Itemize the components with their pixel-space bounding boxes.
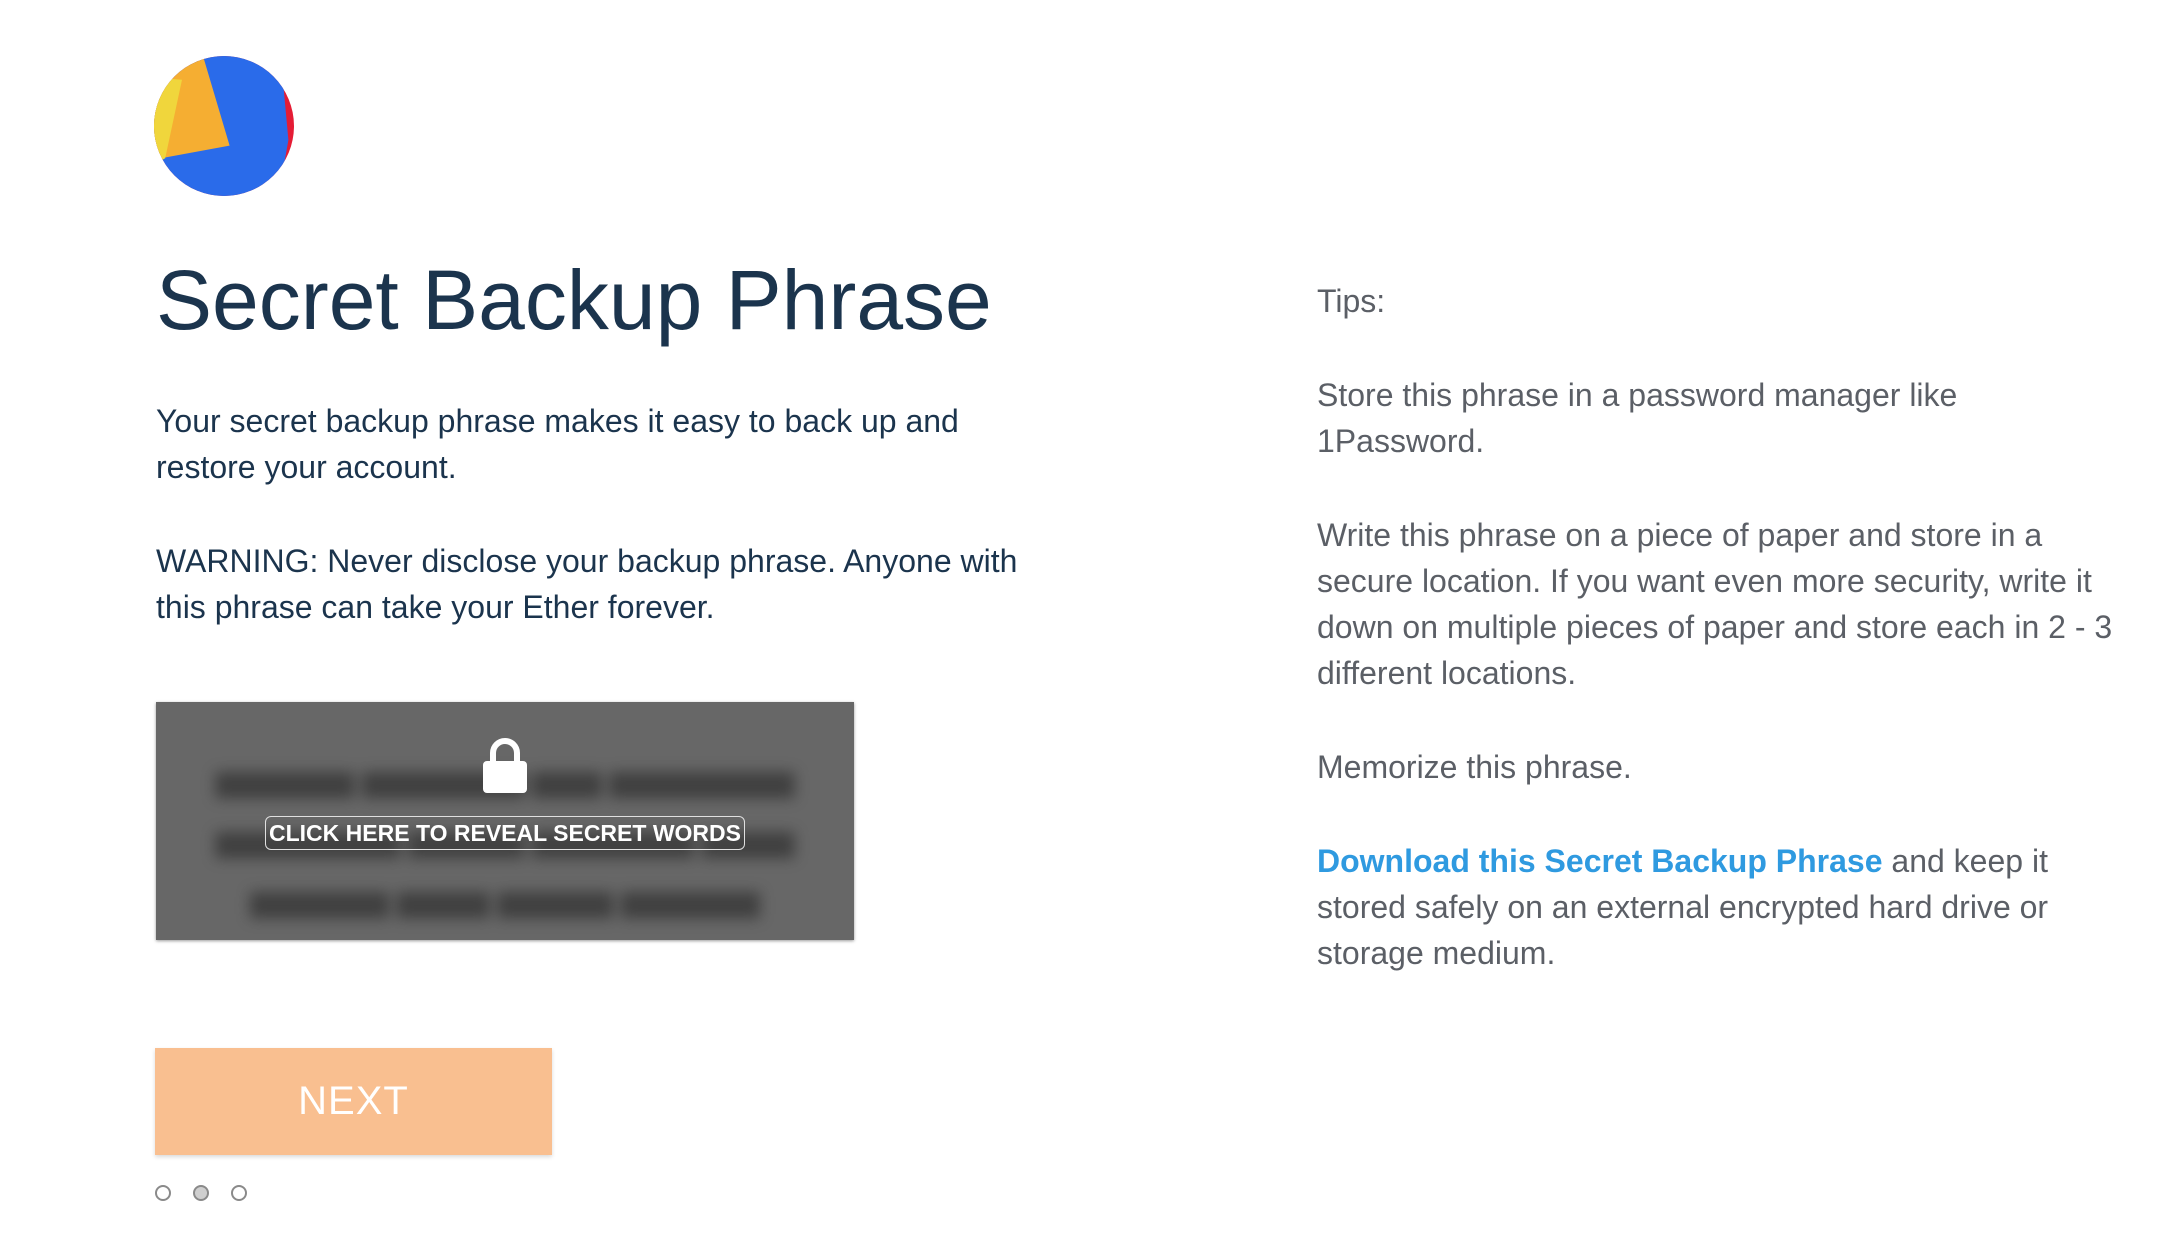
- step-dot: [155, 1185, 171, 1201]
- tip-paper-backup: Write this phrase on a piece of paper an…: [1317, 517, 2113, 691]
- next-button[interactable]: NEXT: [155, 1048, 552, 1155]
- download-phrase-link[interactable]: Download this Secret Backup Phrase: [1317, 843, 1883, 879]
- intro-text: Your secret backup phrase makes it easy …: [156, 403, 959, 485]
- backup-phrase-page: Secret Backup Phrase Your secret backup …: [0, 0, 2170, 1254]
- reveal-label-wrapper: CLICK HERE TO REVEAL SECRET WORDS: [156, 816, 854, 850]
- app-logo-icon: [154, 56, 294, 196]
- tip-memorize: Memorize this phrase.: [1317, 749, 1632, 785]
- step-dot: [231, 1185, 247, 1201]
- reveal-secret-words-label[interactable]: CLICK HERE TO REVEAL SECRET WORDS: [265, 816, 745, 850]
- step-dot-active: [193, 1185, 209, 1201]
- tip-password-manager: Store this phrase in a password manager …: [1317, 377, 1958, 459]
- lock-icon: [483, 738, 527, 793]
- reveal-secret-words-box[interactable]: ▆▆▆▆▆▆ ▆▆▆▆▆▆▆ ▆▆▆ ▆▆▆▆▆▆▆▆ ▆▆▆▆▆▆▆▆ ▆▆▆…: [156, 702, 854, 940]
- step-indicator: [155, 1185, 247, 1201]
- warning-text: WARNING: Never disclose your backup phra…: [156, 543, 1018, 625]
- tips-heading: Tips:: [1317, 283, 1386, 319]
- intro-section: Secret Backup Phrase Your secret backup …: [156, 240, 1056, 630]
- page-title: Secret Backup Phrase: [156, 253, 992, 347]
- tip-download: Download this Secret Backup Phrase and k…: [1317, 838, 2117, 976]
- tips-section: Tips: Store this phrase in a password ma…: [1317, 278, 2117, 1024]
